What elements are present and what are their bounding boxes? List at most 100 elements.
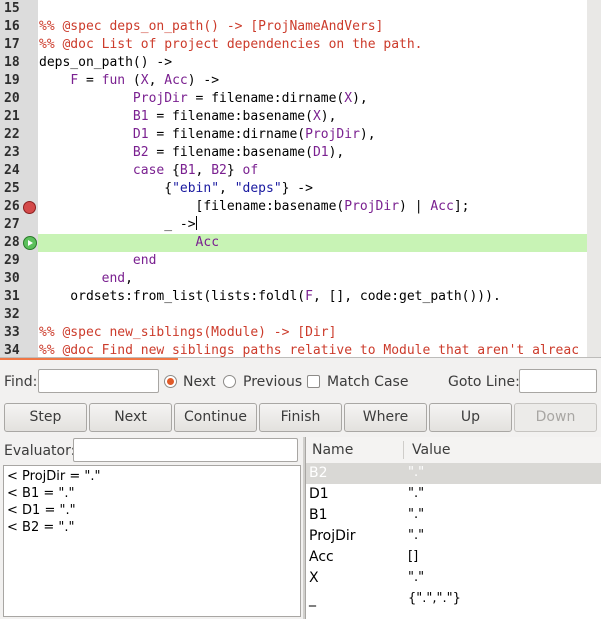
code-line[interactable]: 26 [filename:basename(ProjDir) | Acc]; (0, 198, 601, 216)
code-text: D1 = filename:dirname(ProjDir), (39, 126, 376, 144)
previous-radio[interactable] (223, 375, 236, 388)
find-label: Find: (4, 374, 38, 390)
code-line[interactable]: 31 ordsets:from_list(lists:foldl(F, [], … (0, 288, 601, 306)
code-line[interactable]: 19 F = fun (X, Acc) -> (0, 72, 601, 90)
step-button[interactable]: Step (4, 403, 87, 432)
line-number: 21 (4, 109, 20, 124)
code-token: %% @doc Find new siblings paths relative… (39, 343, 580, 357)
code-token: X (140, 73, 149, 88)
binding-name: ProjDir (309, 528, 356, 544)
continue-button[interactable]: Continue (174, 403, 257, 432)
binding-row[interactable]: Acc [] (306, 547, 601, 568)
previous-radio-label[interactable]: Previous (243, 373, 302, 391)
code-token: ProjDir (344, 199, 400, 214)
code-line[interactable]: 21 B1 = filename:basename(X), (0, 108, 601, 126)
finish-button[interactable]: Finish (259, 403, 342, 432)
binding-name: Acc (309, 549, 334, 565)
goto-line-input[interactable] (519, 369, 597, 393)
binding-value: "." (408, 507, 425, 522)
code-line[interactable]: 18 deps_on_path() -> (0, 54, 601, 72)
code-token: ordsets:from_list(lists:foldl( (39, 289, 306, 304)
bindings-table[interactable]: Name Value B2 "." D1 "." B1 "." ProjDir "." Acc [… (305, 437, 601, 619)
code-token: ), (359, 127, 376, 142)
line-number: 25 (4, 181, 20, 196)
line-number: 20 (4, 91, 20, 106)
column-header-value[interactable]: Value (412, 442, 450, 458)
line-number: 30 (4, 271, 20, 286)
code-text: end (39, 252, 156, 270)
code-token: = (78, 73, 102, 88)
code-line[interactable]: 33 %% @spec new_siblings(Module) -> [Dir] (0, 324, 601, 342)
binding-row[interactable]: D1 "." (306, 484, 601, 505)
code-vertical-scrollbar[interactable] (587, 0, 601, 357)
find-input[interactable] (38, 369, 159, 393)
code-token: deps_on_path() -> (39, 55, 173, 70)
code-line[interactable]: 22 D1 = filename:dirname(ProjDir), (0, 126, 601, 144)
up-button[interactable]: Up (429, 403, 512, 432)
code-token: ProjDir (132, 91, 188, 106)
code-line[interactable]: 24 case {B1, B2} of (0, 162, 601, 180)
column-header-name[interactable]: Name (312, 442, 353, 458)
code-text: B1 = filename:basename(X), (39, 108, 337, 126)
code-text: Acc (39, 234, 219, 252)
down-button[interactable]: Down (514, 403, 597, 432)
breakpoint-icon[interactable] (23, 201, 36, 214)
code-token: end (101, 271, 126, 286)
goto-line-label: Goto Line: (448, 374, 520, 390)
evaluator-output-line: < ProjDir = "." (7, 469, 101, 484)
current-position-icon[interactable] (23, 236, 37, 250)
code-line[interactable]: 15 (0, 0, 601, 18)
code-token: B2 (132, 145, 149, 160)
line-number: 32 (4, 307, 20, 322)
code-text: %% @spec deps_on_path() -> [ProjNameAndV… (39, 18, 383, 36)
code-line[interactable]: 29 end (0, 252, 601, 270)
binding-row[interactable]: ProjDir "." (306, 526, 601, 547)
code-token: fun (101, 73, 126, 88)
code-line[interactable]: 28 Acc (0, 234, 601, 252)
binding-row[interactable]: _ {".","."} (306, 589, 601, 610)
evaluator-input[interactable] (73, 438, 298, 462)
where-button[interactable]: Where (344, 403, 427, 432)
line-number: 22 (4, 127, 20, 142)
next-radio[interactable] (164, 375, 177, 388)
binding-row[interactable]: B1 "." (306, 505, 601, 526)
code-line[interactable]: 16 %% @spec deps_on_path() -> [ProjNameAn… (0, 18, 601, 36)
code-token: ) | (399, 199, 431, 214)
code-line[interactable]: 17 %% @doc List of project dependencies o… (0, 36, 601, 54)
code-editor[interactable]: 15 16 %% @spec deps_on_path() -> [ProjName… (0, 0, 601, 357)
code-text: B2 = filename:basename(D1), (39, 144, 344, 162)
code-token: "deps" (234, 181, 282, 196)
next-radio-label[interactable]: Next (183, 373, 216, 391)
line-number: 15 (4, 1, 20, 16)
line-number: 34 (4, 343, 20, 357)
code-line[interactable]: 20 ProjDir = filename:dirname(X), (0, 90, 601, 108)
code-line[interactable]: 30 end, (0, 270, 601, 288)
code-text: %% @spec new_siblings(Module) -> [Dir] (39, 324, 336, 342)
code-line[interactable]: 25 {"ebin", "deps"} -> (0, 180, 601, 198)
binding-row[interactable]: X "." (306, 568, 601, 589)
match-case-label[interactable]: Match Case (327, 373, 408, 391)
evaluator-output[interactable]: < ProjDir = "." < B1 = "." < D1 = "." < … (3, 465, 301, 617)
evaluator-output-line: < D1 = "." (7, 503, 76, 518)
code-token: = filename:dirname( (187, 91, 345, 106)
binding-value: [] (408, 549, 419, 564)
code-line[interactable]: 32 (0, 306, 601, 324)
code-token: X (344, 91, 353, 106)
binding-row[interactable]: B2 "." (306, 463, 601, 484)
next-button[interactable]: Next (89, 403, 172, 432)
binding-value: "." (408, 465, 425, 480)
code-line[interactable]: 34 %% @doc Find new siblings paths relati… (0, 342, 601, 357)
code-text: deps_on_path() -> (39, 54, 172, 72)
line-number: 31 (4, 289, 20, 304)
code-line[interactable]: 23 B2 = filename:basename(D1), (0, 144, 601, 162)
match-case-checkbox[interactable] (307, 375, 320, 388)
code-token: ) -> (187, 73, 220, 88)
code-line[interactable]: 27 _ -> (0, 216, 601, 234)
evaluator-output-line: < B2 = "." (7, 520, 75, 535)
